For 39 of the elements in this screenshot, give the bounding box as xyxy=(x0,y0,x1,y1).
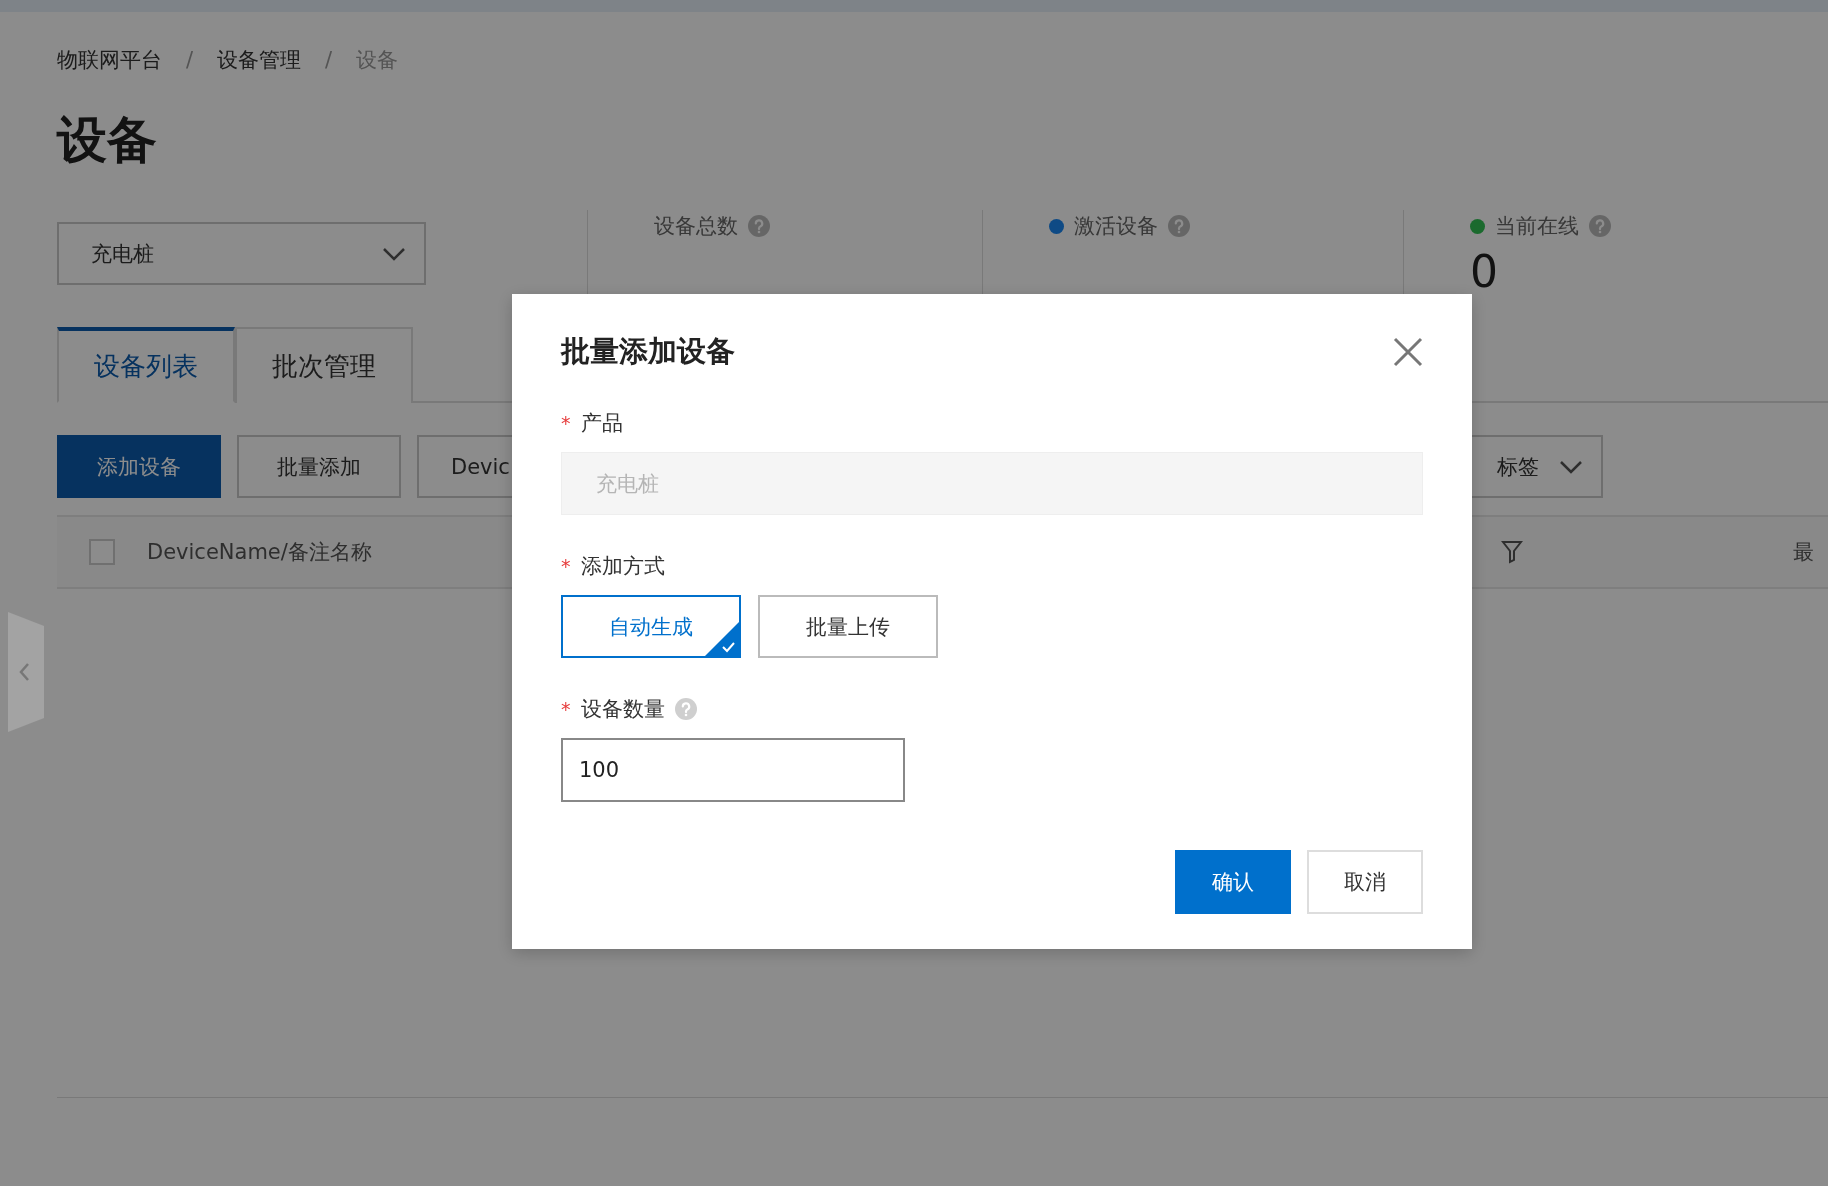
dialog-button[interactable]: 取消 xyxy=(1307,850,1423,914)
tab[interactable]: 批次管理 xyxy=(235,327,413,403)
stat-label: 激活设备 xyxy=(1074,213,1158,240)
column-header: 最 xyxy=(1793,539,1815,566)
select-all-checkbox[interactable] xyxy=(89,539,115,565)
stat-value: 0 xyxy=(1470,246,1499,298)
stat-label: 设备总数 xyxy=(654,213,738,240)
page-title: 设备 xyxy=(57,110,158,170)
check-corner-icon xyxy=(705,622,739,656)
required-mark: * xyxy=(561,412,571,434)
field-label: 产品 xyxy=(580,410,623,437)
collapse-handle[interactable] xyxy=(8,612,44,732)
chevron-down-icon xyxy=(382,246,406,261)
help-icon[interactable] xyxy=(1168,215,1190,237)
dialog-title: 批量添加设备 xyxy=(561,333,735,370)
required-mark: * xyxy=(561,555,571,577)
field-label: 添加方式 xyxy=(580,553,665,580)
filter-icon[interactable] xyxy=(1501,540,1523,564)
product-select[interactable]: 充电桩 xyxy=(57,222,426,285)
toolbar-button[interactable]: 批量添加 xyxy=(237,435,401,498)
method-option[interactable]: 批量上传 xyxy=(758,595,938,658)
breadcrumb-separator: / xyxy=(325,48,333,72)
toolbar-button[interactable]: 添加设备 xyxy=(57,435,221,498)
dialog-button[interactable]: 确认 xyxy=(1175,850,1291,914)
method-option[interactable]: 自动生成 xyxy=(561,595,741,658)
help-icon[interactable] xyxy=(674,698,697,720)
chevron-down-icon xyxy=(1559,459,1583,474)
help-icon[interactable] xyxy=(748,215,770,237)
tab[interactable]: 设备列表 xyxy=(57,327,235,403)
help-icon[interactable] xyxy=(1589,215,1611,237)
breadcrumb-link[interactable]: 物联网平台 xyxy=(57,46,162,74)
field-label: 设备数量 xyxy=(580,696,665,723)
quantity-input[interactable]: 100 xyxy=(561,738,905,802)
breadcrumb-separator: / xyxy=(186,48,194,72)
close-icon[interactable] xyxy=(1393,337,1423,367)
stat-label: 当前在线 xyxy=(1495,213,1579,240)
column-header: DeviceName/备注名称 xyxy=(147,539,372,566)
breadcrumb-link[interactable]: 设备管理 xyxy=(217,46,302,74)
required-mark: * xyxy=(561,698,571,720)
